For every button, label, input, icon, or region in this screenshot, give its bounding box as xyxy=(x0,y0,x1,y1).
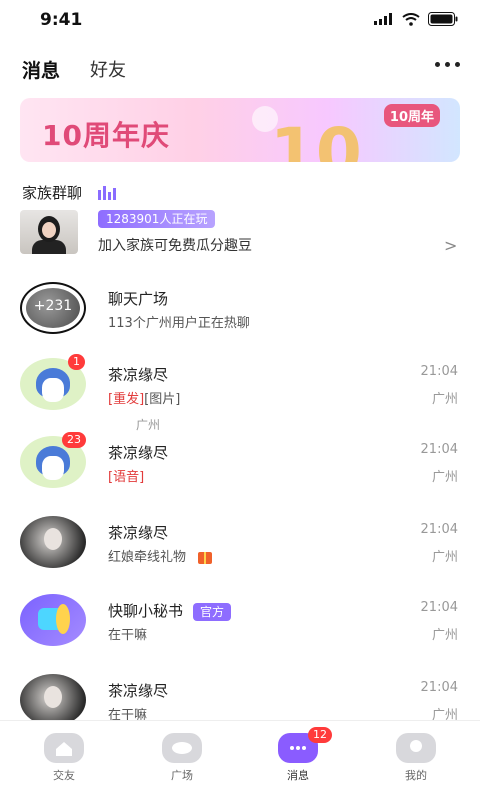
conversation-name: 茶凉缘尽 xyxy=(108,682,169,700)
chevron-right-icon[interactable]: > xyxy=(444,236,457,255)
message-bubble-icon: 12 xyxy=(278,727,332,763)
nav-unread-badge: 12 xyxy=(308,727,332,743)
status-icons xyxy=(374,12,458,26)
conversation-time: 21:04 xyxy=(420,364,458,379)
anniversary-banner[interactable]: 10周年庆 10 10周年 xyxy=(20,98,460,162)
extra-location: 广州 xyxy=(136,418,161,432)
conversation-row[interactable]: 1 茶凉缘尽 [重发][图片] 21:04 广州 广州 xyxy=(0,354,480,436)
gift-message: 红娘牵线礼物 xyxy=(108,550,187,565)
conversation-time: 21:04 xyxy=(420,600,458,615)
conversation-message: [语音] xyxy=(108,466,144,485)
nav-label: 我的 xyxy=(405,769,427,782)
unread-badge: 23 xyxy=(62,432,86,448)
conversation-time: 21:04 xyxy=(420,442,458,457)
conversation-name: 茶凉缘尽 xyxy=(108,524,169,542)
chat-plaza-name: 聊天广场 xyxy=(108,290,169,308)
conversation-row[interactable]: 快聊小秘书 官方 在干嘛 21:04 广州 xyxy=(0,594,480,672)
conversation-name-wrapper: 快聊小秘书 官方 xyxy=(108,600,232,621)
conversation-time: 21:04 xyxy=(420,680,458,695)
conversation-message: 在干嘛 xyxy=(108,708,148,720)
nav-label: 交友 xyxy=(53,769,75,782)
voice-tag: [语音] xyxy=(108,470,145,485)
conversation-avatar xyxy=(20,594,86,646)
nav-item-plaza[interactable]: 广场 xyxy=(142,733,222,783)
nav-item-make-friends[interactable]: 交友 xyxy=(24,733,104,783)
more-dot-icon xyxy=(435,62,440,67)
battery-icon xyxy=(428,12,458,26)
conversation-message: [重发][图片] xyxy=(108,388,180,407)
unread-badge: 1 xyxy=(68,354,85,370)
conversation-message: 红娘牵线礼物 xyxy=(108,546,213,565)
family-group-description[interactable]: 加入家族可免费瓜分趣豆 xyxy=(98,235,252,255)
nav-label: 广场 xyxy=(171,769,193,782)
conversation-row[interactable]: 茶凉缘尽 红娘牵线礼物 21:04 广州 xyxy=(0,516,480,594)
status-time: 9:41 xyxy=(40,10,83,30)
sound-bars-icon xyxy=(98,186,116,200)
message-list[interactable]: 10周年庆 10 10周年 家族群聊 1283901人正在玩 加入家族可免费瓜分… xyxy=(0,90,480,720)
status-bar: 9:41 xyxy=(0,0,480,40)
conversation-location: 广州 xyxy=(431,628,458,643)
wifi-icon xyxy=(402,12,420,26)
bottom-nav: 交友 广场 12 消息 我的 xyxy=(0,720,480,801)
chat-plaza-count: +231 xyxy=(33,298,73,314)
banner-badge: 10周年 xyxy=(383,104,440,127)
playing-count-badge: 1283901人正在玩 xyxy=(98,210,216,228)
chat-plaza-row[interactable]: +231 聊天广场 113个广州用户正在热聊 xyxy=(0,282,480,360)
family-group-avatar[interactable] xyxy=(20,210,78,254)
message-preview: [图片] xyxy=(144,392,181,407)
header: 消息 好友 xyxy=(0,40,480,90)
conversation-location: 广州 xyxy=(431,392,458,407)
conversation-avatar xyxy=(20,516,86,568)
conversation-avatar xyxy=(20,674,86,720)
plaza-icon xyxy=(162,733,202,763)
chat-plaza-subtitle: 113个广州用户正在热聊 xyxy=(108,316,250,331)
conversation-row[interactable]: 23 茶凉缘尽 [语音] 21:04 广州 xyxy=(0,432,480,514)
conversation-message: 在干嘛 xyxy=(108,628,148,643)
tab-messages[interactable]: 消息 xyxy=(22,56,66,85)
more-menu-button[interactable] xyxy=(435,62,460,67)
official-badge: 官方 xyxy=(193,602,232,621)
banner-big-number: 10 xyxy=(270,114,362,162)
gift-icon xyxy=(198,551,213,564)
signal-icon xyxy=(374,13,392,25)
resend-tag[interactable]: [重发] xyxy=(108,392,144,407)
conversation-row[interactable]: 茶凉缘尽 在干嘛 21:04 广州 xyxy=(0,674,480,720)
conversation-name: 快聊小秘书 xyxy=(108,602,184,620)
chat-plaza-avatar: +231 xyxy=(20,282,86,334)
family-group-title: 家族群聊 xyxy=(22,184,83,202)
home-icon xyxy=(44,733,84,763)
conversation-location: 广州 xyxy=(431,550,458,565)
more-dot-icon xyxy=(455,62,460,67)
conversation-location: 广州 xyxy=(431,708,458,720)
tab-friends[interactable]: 好友 xyxy=(90,56,126,82)
conversation-name: 茶凉缘尽 xyxy=(108,366,169,384)
nav-item-messages[interactable]: 12 消息 xyxy=(258,727,338,783)
conversation-time: 21:04 xyxy=(420,522,458,537)
conversation-location: 广州 xyxy=(431,470,458,485)
more-dot-icon xyxy=(445,62,450,67)
profile-icon xyxy=(396,733,436,763)
banner-title: 10周年庆 xyxy=(42,119,170,152)
conversation-name: 茶凉缘尽 xyxy=(108,444,169,462)
nav-item-me[interactable]: 我的 xyxy=(376,733,456,783)
nav-label: 消息 xyxy=(287,769,309,782)
tab-messages-label: 消息 xyxy=(22,60,61,82)
